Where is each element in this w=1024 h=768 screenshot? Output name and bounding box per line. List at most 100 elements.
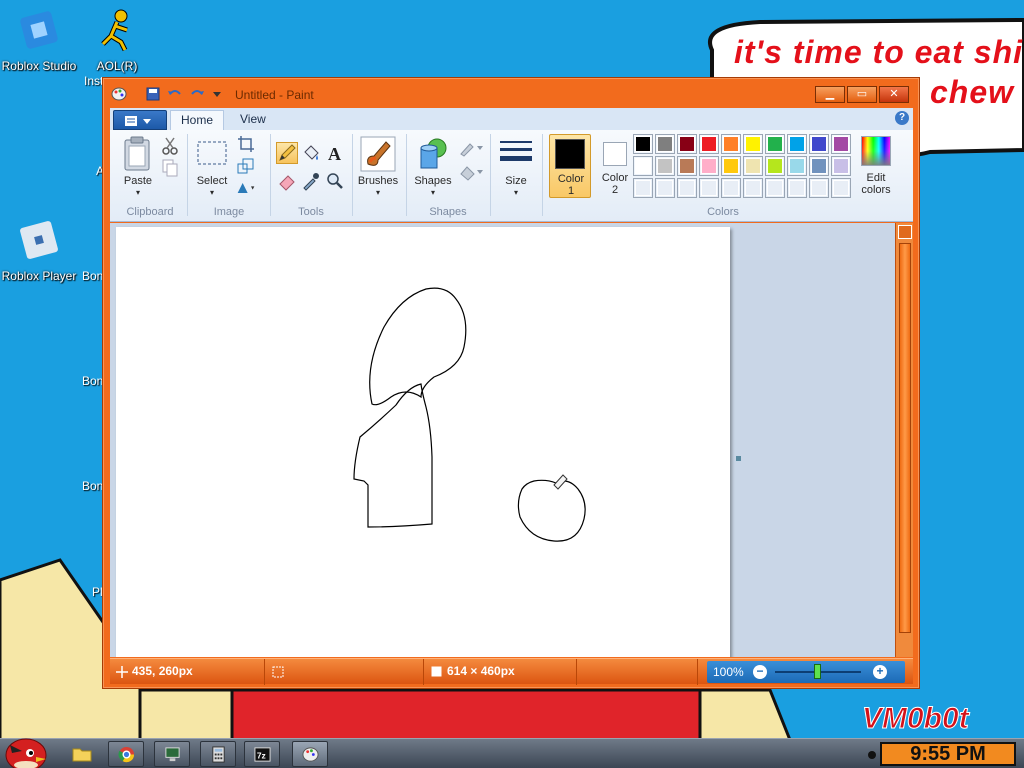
tab-home[interactable]: Home [170, 110, 225, 130]
palette-swatch[interactable] [809, 134, 829, 154]
desktop-icon-roblox-player[interactable]: Roblox Player [0, 218, 81, 283]
palette-swatch[interactable] [743, 134, 763, 154]
start-button-angry-bird-icon[interactable] [0, 733, 50, 768]
taskbar-calculator-app[interactable] [200, 741, 236, 767]
scrollbar-thumb[interactable] [899, 243, 911, 633]
palette-swatch[interactable] [831, 178, 851, 198]
scroll-up-button[interactable] [898, 225, 912, 239]
rotate-icon[interactable] [236, 178, 256, 198]
save-icon[interactable] [145, 87, 161, 101]
fill-tool[interactable] [300, 142, 322, 164]
crop-icon[interactable] [236, 134, 256, 154]
palette-swatch[interactable] [633, 156, 653, 176]
palette-swatch[interactable] [721, 134, 741, 154]
palette-swatch[interactable] [831, 156, 851, 176]
eraser-tool[interactable] [276, 170, 298, 192]
palette-swatch-color [833, 136, 849, 152]
resize-icon[interactable] [236, 156, 256, 176]
brushes-dropdown-arrow: ▾ [375, 188, 380, 197]
minimize-button[interactable]: ▁ [815, 86, 845, 103]
desktop-icon-roblox-studio[interactable]: Roblox Studio [0, 8, 81, 73]
cut-icon[interactable] [160, 136, 180, 156]
drawing-canvas[interactable] [116, 227, 730, 657]
size-button[interactable]: Size ▾ [496, 134, 536, 197]
taskbar-paint-app[interactable] [292, 741, 328, 767]
palette-swatch[interactable] [831, 134, 851, 154]
palette-swatch[interactable] [743, 178, 763, 198]
maximize-button[interactable]: ▭ [847, 86, 877, 103]
help-button[interactable]: ? [895, 111, 909, 125]
taskbar-monitor-app[interactable] [154, 741, 190, 767]
palette-swatch[interactable] [677, 156, 697, 176]
palette-swatch[interactable] [787, 156, 807, 176]
palette-swatch[interactable] [633, 178, 653, 198]
redo-icon[interactable] [189, 87, 205, 101]
paste-button[interactable]: Paste ▾ [118, 134, 158, 197]
palette-swatch[interactable] [721, 156, 741, 176]
zoom-level-text: 100% [713, 665, 744, 679]
shapes-button[interactable]: Shapes ▾ [410, 134, 456, 197]
palette-swatch[interactable] [721, 178, 741, 198]
explorer-folder-icon[interactable] [72, 745, 92, 763]
brushes-button[interactable]: Brushes ▾ [356, 134, 400, 197]
shapes-dropdown-arrow: ▾ [430, 188, 435, 197]
undo-icon[interactable] [167, 87, 183, 101]
color-picker-tool[interactable] [300, 170, 322, 192]
palette-swatch[interactable] [677, 178, 697, 198]
title-bar[interactable]: Untitled - Paint ▁ ▭ ✕ [103, 78, 919, 108]
palette-swatch[interactable] [699, 178, 719, 198]
customize-toolbar-icon[interactable] [209, 87, 225, 101]
outline-icon[interactable] [458, 138, 484, 158]
zoom-slider-thumb[interactable] [814, 664, 821, 679]
drawing-strokes [353, 287, 586, 542]
palette-swatch[interactable] [677, 134, 697, 154]
color2-button[interactable]: Color 2 [594, 134, 636, 198]
palette-swatch[interactable] [655, 134, 675, 154]
color1-button[interactable]: Color 1 [549, 134, 591, 198]
palette-swatch-color [767, 158, 783, 174]
palette-swatch[interactable] [765, 134, 785, 154]
palette-swatch[interactable] [699, 156, 719, 176]
edit-colors-label-line1: Edit [866, 172, 886, 184]
palette-swatch[interactable] [655, 178, 675, 198]
palette-swatch[interactable] [765, 156, 785, 176]
text-tool[interactable]: A [324, 142, 346, 164]
fill-shape-icon[interactable] [458, 162, 484, 182]
zoom-control: 100% − + [707, 661, 905, 683]
file-menu-button[interactable] [113, 110, 167, 130]
zoom-out-button[interactable]: − [753, 665, 767, 679]
paint-app-icon[interactable] [111, 87, 127, 101]
edit-colors-button[interactable]: Edit colors [856, 134, 896, 198]
pencil-icon [279, 144, 296, 161]
canvas-resize-handle[interactable] [736, 456, 741, 461]
tab-view[interactable]: View [230, 110, 276, 130]
palette-swatch[interactable] [765, 178, 785, 198]
palette-swatch[interactable] [809, 178, 829, 198]
palette-swatch[interactable] [743, 156, 763, 176]
palette-swatch[interactable] [655, 156, 675, 176]
copy-icon[interactable] [160, 158, 180, 178]
taskbar-7zip-app[interactable]: 7z [244, 741, 280, 767]
taskbar-chrome[interactable] [108, 741, 144, 767]
select-button[interactable]: Select ▾ [192, 134, 232, 197]
palette-swatch-color [767, 180, 783, 196]
palette-swatch[interactable] [809, 156, 829, 176]
cursor-position-cell: 435, 260px [110, 659, 265, 685]
palette-swatch[interactable] [787, 178, 807, 198]
roblox-studio-icon [20, 11, 58, 49]
zoom-in-button[interactable]: + [873, 665, 887, 679]
palette-swatch-color [811, 158, 827, 174]
tray-status-icon[interactable] [868, 751, 876, 759]
magnifier-tool[interactable] [324, 170, 346, 192]
taskbar-clock[interactable]: 9:55 PM [880, 742, 1016, 766]
close-button[interactable]: ✕ [879, 86, 909, 103]
palette-swatch-color [833, 158, 849, 174]
vertical-scrollbar[interactable] [895, 223, 913, 657]
pencil-tool[interactable] [276, 142, 298, 164]
select-dropdown-arrow: ▾ [209, 188, 214, 197]
file-menu-icon [125, 116, 151, 126]
desktop-icon-aol[interactable]: AOL(R) [75, 8, 159, 73]
palette-swatch[interactable] [787, 134, 807, 154]
palette-swatch[interactable] [699, 134, 719, 154]
palette-swatch[interactable] [633, 134, 653, 154]
